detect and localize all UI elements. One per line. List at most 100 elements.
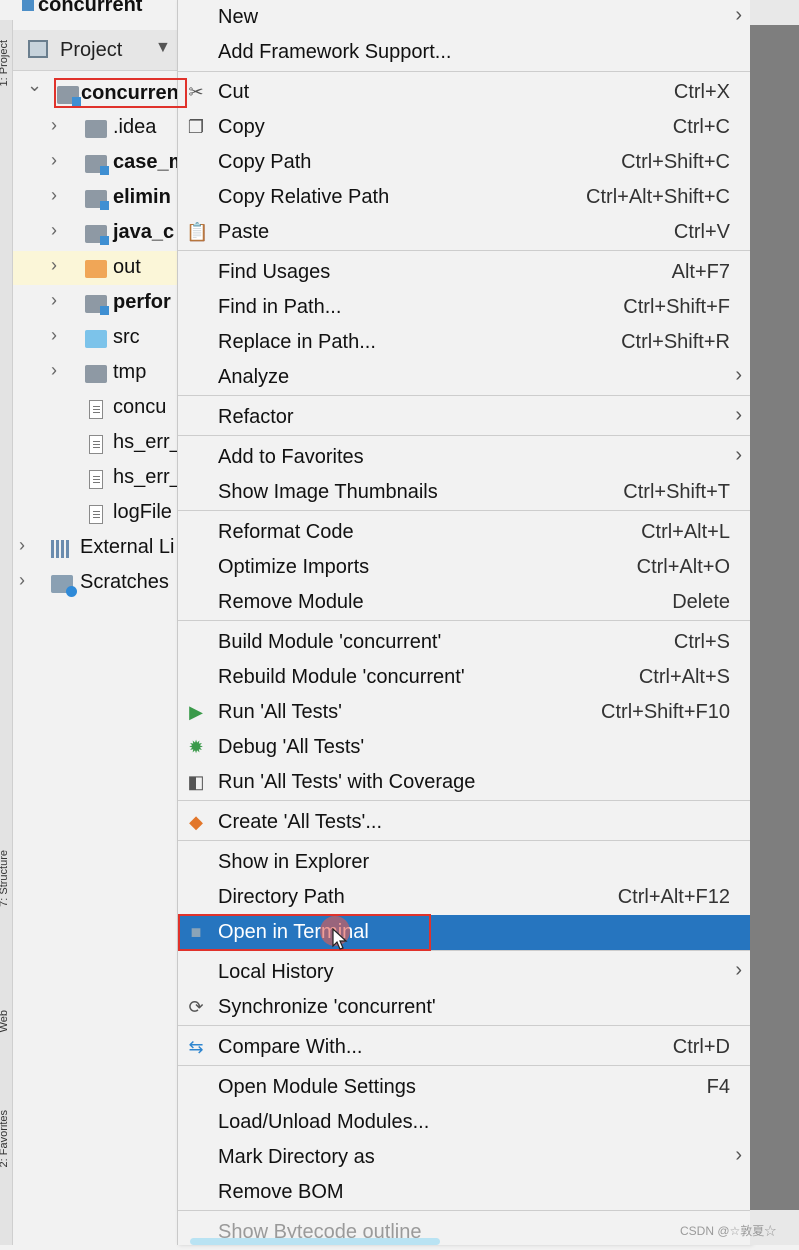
- tree-node-label: case_m: [113, 151, 178, 173]
- menu-item-create-all-tests[interactable]: ◆ Create 'All Tests'...: [178, 805, 750, 840]
- chevron-right-icon[interactable]: ›: [19, 570, 25, 591]
- menu-item-run-all-tests[interactable]: ▶ Run 'All Tests' Ctrl+Shift+F10: [178, 695, 750, 730]
- menu-item-label: Local History: [218, 961, 334, 983]
- menu-item-label: Paste: [218, 221, 270, 243]
- mouse-cursor-icon: [332, 928, 348, 950]
- menu-item-label: Run 'All Tests': [218, 701, 342, 723]
- tree-node[interactable]: › elimin: [13, 181, 178, 215]
- menu-separator: [178, 1210, 750, 1211]
- chevron-right-icon[interactable]: ›: [51, 290, 57, 311]
- menu-item-find-usages[interactable]: Find Usages Alt+F7: [178, 255, 750, 290]
- menu-separator: [178, 250, 750, 251]
- window-title-text: concurrent: [38, 0, 143, 16]
- menu-item-remove-bom[interactable]: Remove BOM: [178, 1175, 750, 1210]
- menu-item-build-module-concurrent[interactable]: Build Module 'concurrent' Ctrl+S: [178, 625, 750, 660]
- scroll-hint: [190, 1238, 440, 1245]
- chevron-right-icon[interactable]: ›: [51, 255, 57, 276]
- module-folder-icon: [85, 225, 109, 245]
- menu-item-run-all-tests-with-coverage[interactable]: ◧ Run 'All Tests' with Coverage: [178, 765, 750, 800]
- menu-item-paste[interactable]: 📋 Paste Ctrl+V: [178, 215, 750, 250]
- tree-node[interactable]: hs_err_: [13, 426, 178, 460]
- menu-item-label: Refactor: [218, 406, 294, 428]
- tree-node[interactable]: › out: [13, 251, 178, 285]
- menu-item-optimize-imports[interactable]: Optimize Imports Ctrl+Alt+O: [178, 550, 750, 585]
- menu-item-open-module-settings[interactable]: Open Module Settings F4: [178, 1070, 750, 1105]
- stripe-tab-project[interactable]: 1: Project: [0, 40, 12, 86]
- tree-node[interactable]: › case_m: [13, 146, 178, 180]
- copy-icon: ❐: [187, 117, 205, 137]
- menu-separator: [178, 840, 750, 841]
- menu-item-debug-all-tests[interactable]: ✹ Debug 'All Tests': [178, 730, 750, 765]
- tree-node[interactable]: logFile: [13, 496, 178, 530]
- menu-separator: [178, 620, 750, 621]
- menu-item-copy-path[interactable]: Copy Path Ctrl+Shift+C: [178, 145, 750, 180]
- sync-icon: ⟳: [188, 997, 204, 1017]
- tree-node[interactable]: › Scratches: [13, 566, 178, 600]
- chevron-right-icon[interactable]: ›: [51, 360, 57, 381]
- menu-item-copy[interactable]: ❐ Copy Ctrl+C: [178, 110, 750, 145]
- menu-item-label: Build Module 'concurrent': [218, 631, 442, 653]
- dropdown-arrow-icon[interactable]: ▼: [155, 39, 171, 57]
- menu-item-copy-relative-path[interactable]: Copy Relative Path Ctrl+Alt+Shift+C: [178, 180, 750, 215]
- menu-item-find-in-path[interactable]: Find in Path... Ctrl+Shift+F: [178, 290, 750, 325]
- compare-icon: ⇆: [188, 1037, 204, 1057]
- chevron-right-icon[interactable]: ›: [51, 150, 57, 171]
- tree-node-label: External Li: [80, 536, 175, 558]
- menu-separator: [178, 800, 750, 801]
- submenu-arrow-icon: ›: [735, 444, 742, 466]
- tree-node[interactable]: › src: [13, 321, 178, 355]
- output-folder-icon: [85, 260, 107, 278]
- menu-item-rebuild-module-concurrent[interactable]: Rebuild Module 'concurrent' Ctrl+Alt+S: [178, 660, 750, 695]
- run-icon: ▶: [189, 702, 203, 722]
- menu-item-local-history[interactable]: Local History ›: [178, 955, 750, 990]
- menu-item-label: Create 'All Tests'...: [218, 811, 382, 833]
- menu-item-add-framework-support[interactable]: Add Framework Support...: [178, 35, 750, 70]
- library-icon: [51, 540, 73, 558]
- project-view-header[interactable]: Project ▼: [13, 30, 178, 71]
- menu-item-directory-path[interactable]: Directory Path Ctrl+Alt+F12: [178, 880, 750, 915]
- menu-item-synchronize-concurrent[interactable]: ⟳ Synchronize 'concurrent': [178, 990, 750, 1025]
- tree-node-label: hs_err_: [113, 466, 178, 488]
- tree-node-label: tmp: [113, 361, 147, 383]
- project-view-label[interactable]: Project: [60, 39, 122, 62]
- menu-item-shortcut: Ctrl+V: [673, 221, 730, 243]
- menu-item-label: Copy Path: [218, 151, 312, 173]
- menu-item-replace-in-path[interactable]: Replace in Path... Ctrl+Shift+R: [178, 325, 750, 360]
- tree-node[interactable]: › tmp: [13, 356, 178, 390]
- stripe-tab-favorites[interactable]: 2: Favorites: [0, 1110, 12, 1167]
- chevron-right-icon[interactable]: ›: [51, 185, 57, 206]
- tree-node-label: .idea: [113, 116, 157, 138]
- tree-node[interactable]: › External Li: [13, 531, 178, 565]
- stripe-tab-structure[interactable]: 7: Structure: [0, 850, 12, 907]
- file-icon: [89, 470, 103, 489]
- menu-item-label: Cut: [218, 81, 250, 103]
- chevron-right-icon[interactable]: ›: [51, 325, 57, 346]
- chevron-right-icon[interactable]: ›: [51, 115, 57, 136]
- menu-item-reformat-code[interactable]: Reformat Code Ctrl+Alt+L: [178, 515, 750, 550]
- menu-item-show-in-explorer[interactable]: Show in Explorer: [178, 845, 750, 880]
- tree-node[interactable]: concu: [13, 391, 178, 425]
- tree-node[interactable]: › .idea: [13, 111, 178, 145]
- menu-item-load-unload-modules[interactable]: Load/Unload Modules...: [178, 1105, 750, 1140]
- tree-node[interactable]: › java_c: [13, 216, 178, 250]
- context-menu: New › Add Framework Support... ✂ Cut Ctrl+X ❐ C…: [177, 0, 751, 1245]
- tree-node[interactable]: › perfor: [13, 286, 178, 320]
- chevron-down-icon[interactable]: ⌄: [27, 77, 42, 96]
- menu-item-new[interactable]: New ›: [178, 0, 750, 35]
- menu-item-mark-directory-as[interactable]: Mark Directory as ›: [178, 1140, 750, 1175]
- clipboard-icon: 📋: [186, 222, 209, 242]
- menu-item-analyze[interactable]: Analyze ›: [178, 360, 750, 395]
- menu-item-add-to-favorites[interactable]: Add to Favorites ›: [178, 440, 750, 475]
- menu-item-label: Run 'All Tests' with Coverage: [218, 771, 476, 793]
- menu-item-cut[interactable]: ✂ Cut Ctrl+X: [178, 75, 750, 110]
- menu-item-compare-with[interactable]: ⇆ Compare With... Ctrl+D: [178, 1030, 750, 1065]
- chevron-right-icon[interactable]: ›: [19, 535, 25, 556]
- menu-item-shortcut: Delete: [672, 591, 730, 613]
- menu-item-label: Synchronize 'concurrent': [218, 996, 436, 1018]
- menu-item-refactor[interactable]: Refactor ›: [178, 400, 750, 435]
- chevron-right-icon[interactable]: ›: [51, 220, 57, 241]
- stripe-tab-web[interactable]: Web: [0, 1010, 12, 1032]
- menu-item-remove-module[interactable]: Remove Module Delete: [178, 585, 750, 620]
- tree-node[interactable]: hs_err_: [13, 461, 178, 495]
- menu-item-show-image-thumbnails[interactable]: Show Image Thumbnails Ctrl+Shift+T: [178, 475, 750, 510]
